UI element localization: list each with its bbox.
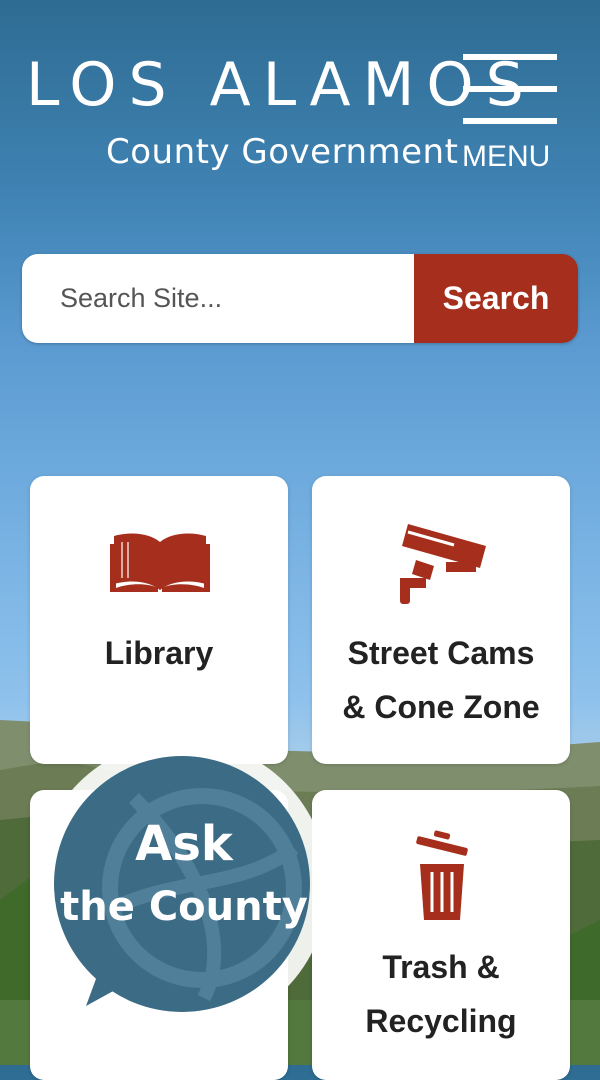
tile-label: & Cone Zone	[342, 689, 540, 725]
logo-subtitle: County Government	[106, 132, 459, 172]
menu-button[interactable]: MENU	[462, 52, 562, 182]
tile-label: Trash &	[382, 949, 500, 985]
menu-label: MENU	[462, 140, 551, 173]
tile-label: Street Cams	[347, 635, 535, 671]
tile-library[interactable]: Library	[30, 476, 288, 764]
ask-the-county-button[interactable]: Ask the County	[34, 738, 330, 1034]
ask-line2: the County	[60, 884, 308, 930]
tile-street-cams[interactable]: Street Cams & Cone Zone	[312, 476, 570, 764]
search-input[interactable]	[22, 254, 414, 343]
tile-label: Library	[104, 635, 214, 671]
ask-line1: Ask	[135, 816, 233, 872]
tile-label: Recycling	[365, 1003, 517, 1039]
book-icon	[110, 533, 210, 592]
security-camera-icon	[400, 524, 486, 604]
search-button[interactable]: Search	[414, 254, 578, 343]
trash-can-icon	[416, 830, 468, 920]
logo-title: LOS ALAMOS	[26, 50, 536, 120]
county-logo[interactable]: LOS ALAMOS County Government	[26, 52, 524, 182]
tile-trash-recycling[interactable]: Trash & Recycling	[312, 790, 570, 1080]
search-form: Search	[22, 254, 578, 343]
